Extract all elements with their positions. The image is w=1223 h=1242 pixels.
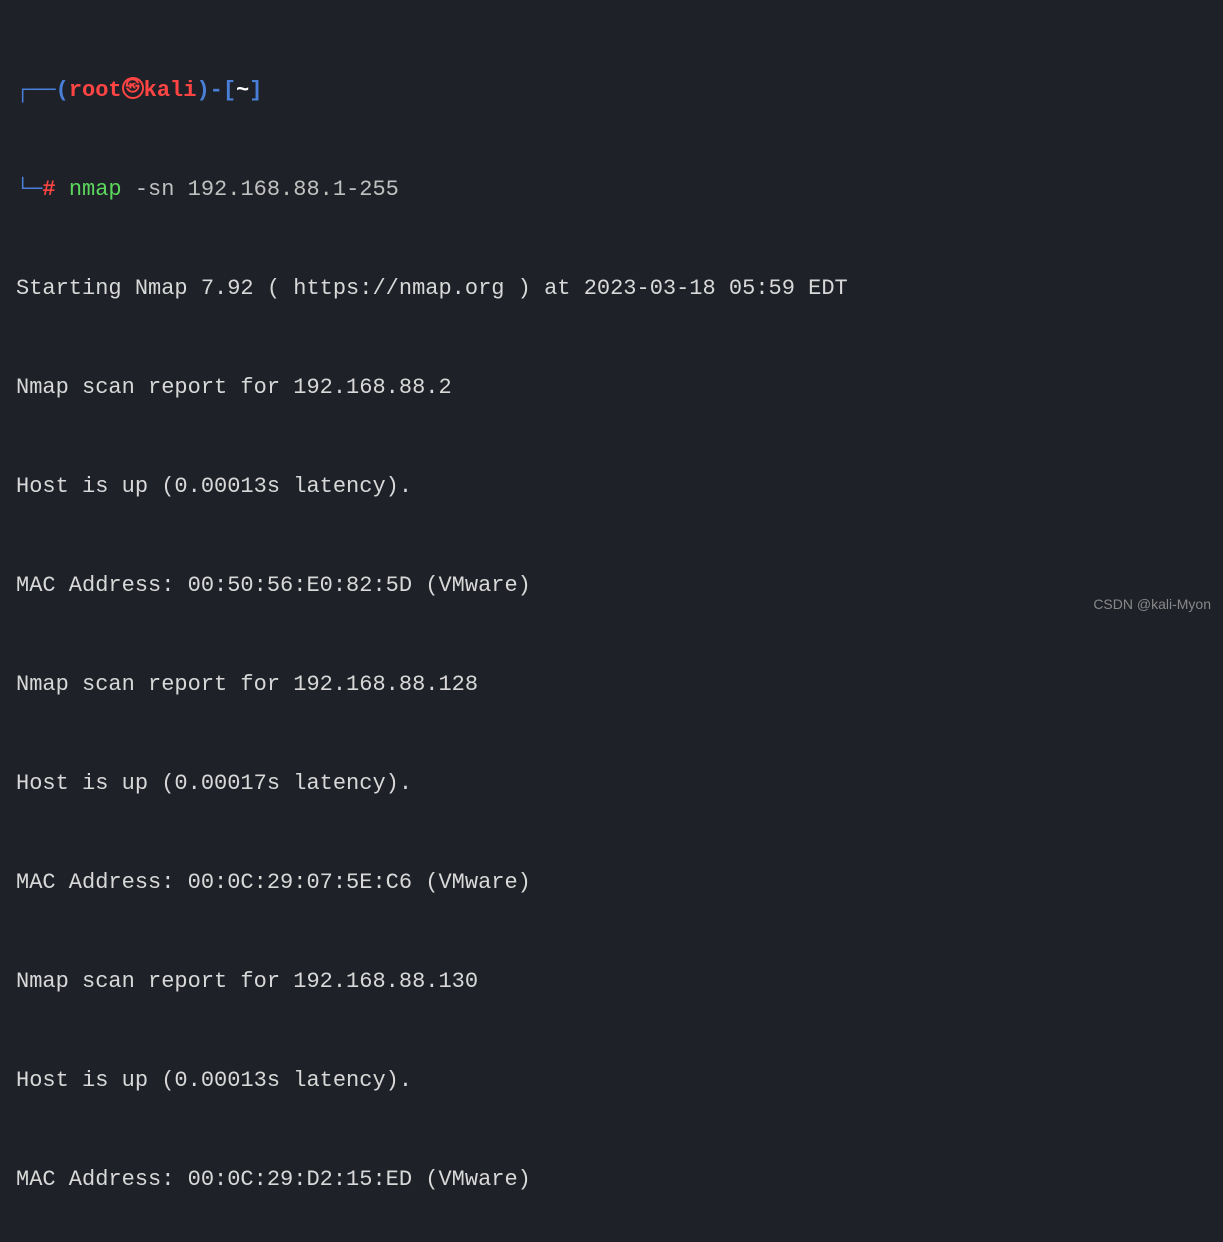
prompt-line-2[interactable]: └─# nmap -sn 192.168.88.1-255 [16, 173, 1207, 206]
output-line: Host is up (0.00013s latency). [16, 470, 1207, 503]
output-line: Nmap scan report for 192.168.88.2 [16, 371, 1207, 404]
kali-icon: ㉿ [122, 77, 144, 99]
prompt-decoration: ┌──( [16, 78, 69, 103]
output-line: MAC Address: 00:0C:29:D2:15:ED (VMware) [16, 1163, 1207, 1196]
prompt-decoration: └─ [16, 177, 42, 202]
prompt-path: ~ [236, 78, 249, 103]
output-line: Host is up (0.00013s latency). [16, 1064, 1207, 1097]
prompt-line-1: ┌──(root㉿kali)-[~] [16, 74, 1207, 107]
prompt-decoration: ] [249, 78, 262, 103]
watermark-text: CSDN @kali-Myon [1093, 594, 1211, 615]
output-line: Host is up (0.00017s latency). [16, 767, 1207, 800]
output-line: Starting Nmap 7.92 ( https://nmap.org ) … [16, 272, 1207, 305]
command-args: -sn [122, 177, 188, 202]
prompt-user: root [69, 78, 122, 103]
output-line: Nmap scan report for 192.168.88.128 [16, 668, 1207, 701]
output-line: Nmap scan report for 192.168.88.130 [16, 965, 1207, 998]
prompt-hash: # [42, 177, 55, 202]
terminal-window: ┌──(root㉿kali)-[~] └─# nmap -sn 192.168.… [16, 8, 1207, 1242]
command-target: 192.168.88.1-255 [188, 177, 399, 202]
prompt-decoration: )-[ [196, 78, 236, 103]
output-line: MAC Address: 00:50:56:E0:82:5D (VMware) [16, 569, 1207, 602]
output-line: MAC Address: 00:0C:29:07:5E:C6 (VMware) [16, 866, 1207, 899]
command-name: nmap [69, 177, 122, 202]
prompt-host: kali [144, 78, 197, 103]
